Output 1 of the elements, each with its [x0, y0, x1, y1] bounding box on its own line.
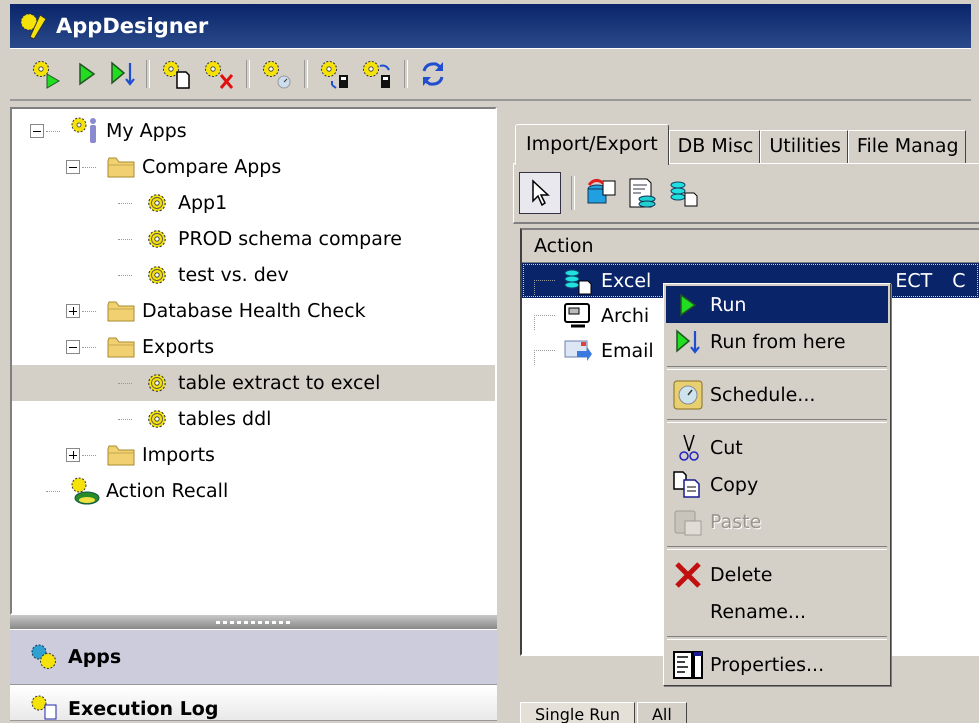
window-title: AppDesigner: [56, 14, 208, 38]
